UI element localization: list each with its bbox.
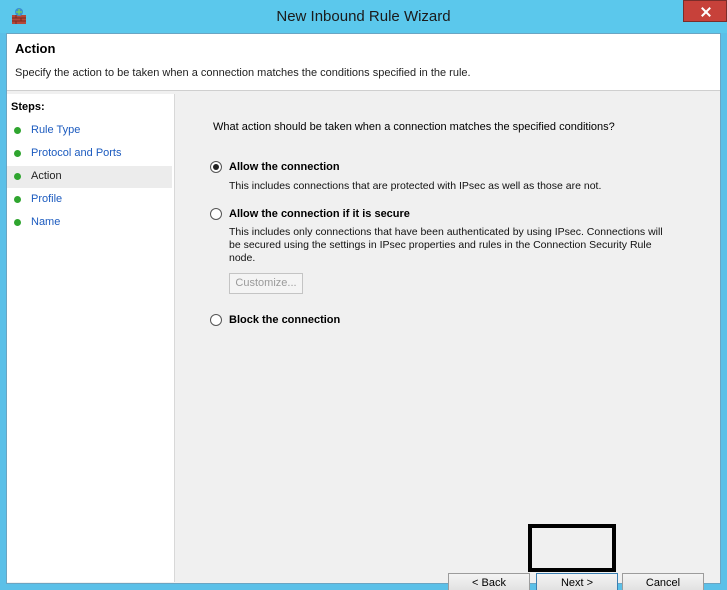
step-label: Name (31, 216, 61, 228)
next-button[interactable]: Next > (536, 573, 618, 590)
block-connection-label[interactable]: Block the connection (229, 314, 340, 326)
step-name[interactable]: Name (7, 212, 172, 234)
step-action[interactable]: Action (7, 166, 172, 188)
step-label: Rule Type (31, 124, 81, 136)
step-pending-icon (14, 219, 21, 226)
step-rule-type[interactable]: Rule Type (7, 120, 172, 142)
wizard-header: Action Specify the action to be taken wh… (7, 34, 720, 91)
step-profile[interactable]: Profile (7, 189, 172, 211)
step-pending-icon (14, 196, 21, 203)
step-protocol-and-ports[interactable]: Protocol and Ports (7, 143, 172, 165)
next-button-highlight (528, 524, 616, 572)
step-label: Action (31, 170, 62, 182)
block-connection-radio[interactable] (210, 314, 222, 326)
allow-secure-radio[interactable] (210, 208, 222, 220)
action-question: What action should be taken when a conne… (213, 121, 615, 133)
window-title: New Inbound Rule Wizard (276, 8, 451, 25)
allow-connection-description: This includes connections that are prote… (229, 180, 602, 192)
content-panel: What action should be taken when a conne… (176, 94, 720, 590)
allow-connection-radio[interactable] (210, 161, 222, 173)
wizard-window: Action Specify the action to be taken wh… (6, 33, 721, 590)
page-description: Specify the action to be taken when a co… (15, 67, 471, 79)
step-current-icon (14, 173, 21, 180)
close-button[interactable] (683, 0, 727, 22)
step-label: Profile (31, 193, 63, 205)
page-title: Action (15, 41, 56, 56)
title-bar: New Inbound Rule Wizard (0, 0, 727, 33)
steps-label: Steps: (11, 101, 45, 113)
step-label: Protocol and Ports (31, 147, 122, 159)
allow-connection-label[interactable]: Allow the connection (229, 161, 340, 173)
steps-panel: Steps: Rule Type Protocol and Ports Acti… (7, 94, 175, 582)
step-complete-icon (14, 127, 21, 134)
back-button[interactable]: < Back (448, 573, 530, 590)
allow-secure-description: This includes only connections that have… (229, 226, 663, 264)
step-complete-icon (14, 150, 21, 157)
customize-button[interactable]: Customize... (229, 273, 303, 294)
allow-secure-label[interactable]: Allow the connection if it is secure (229, 208, 410, 220)
cancel-button[interactable]: Cancel (622, 573, 704, 590)
